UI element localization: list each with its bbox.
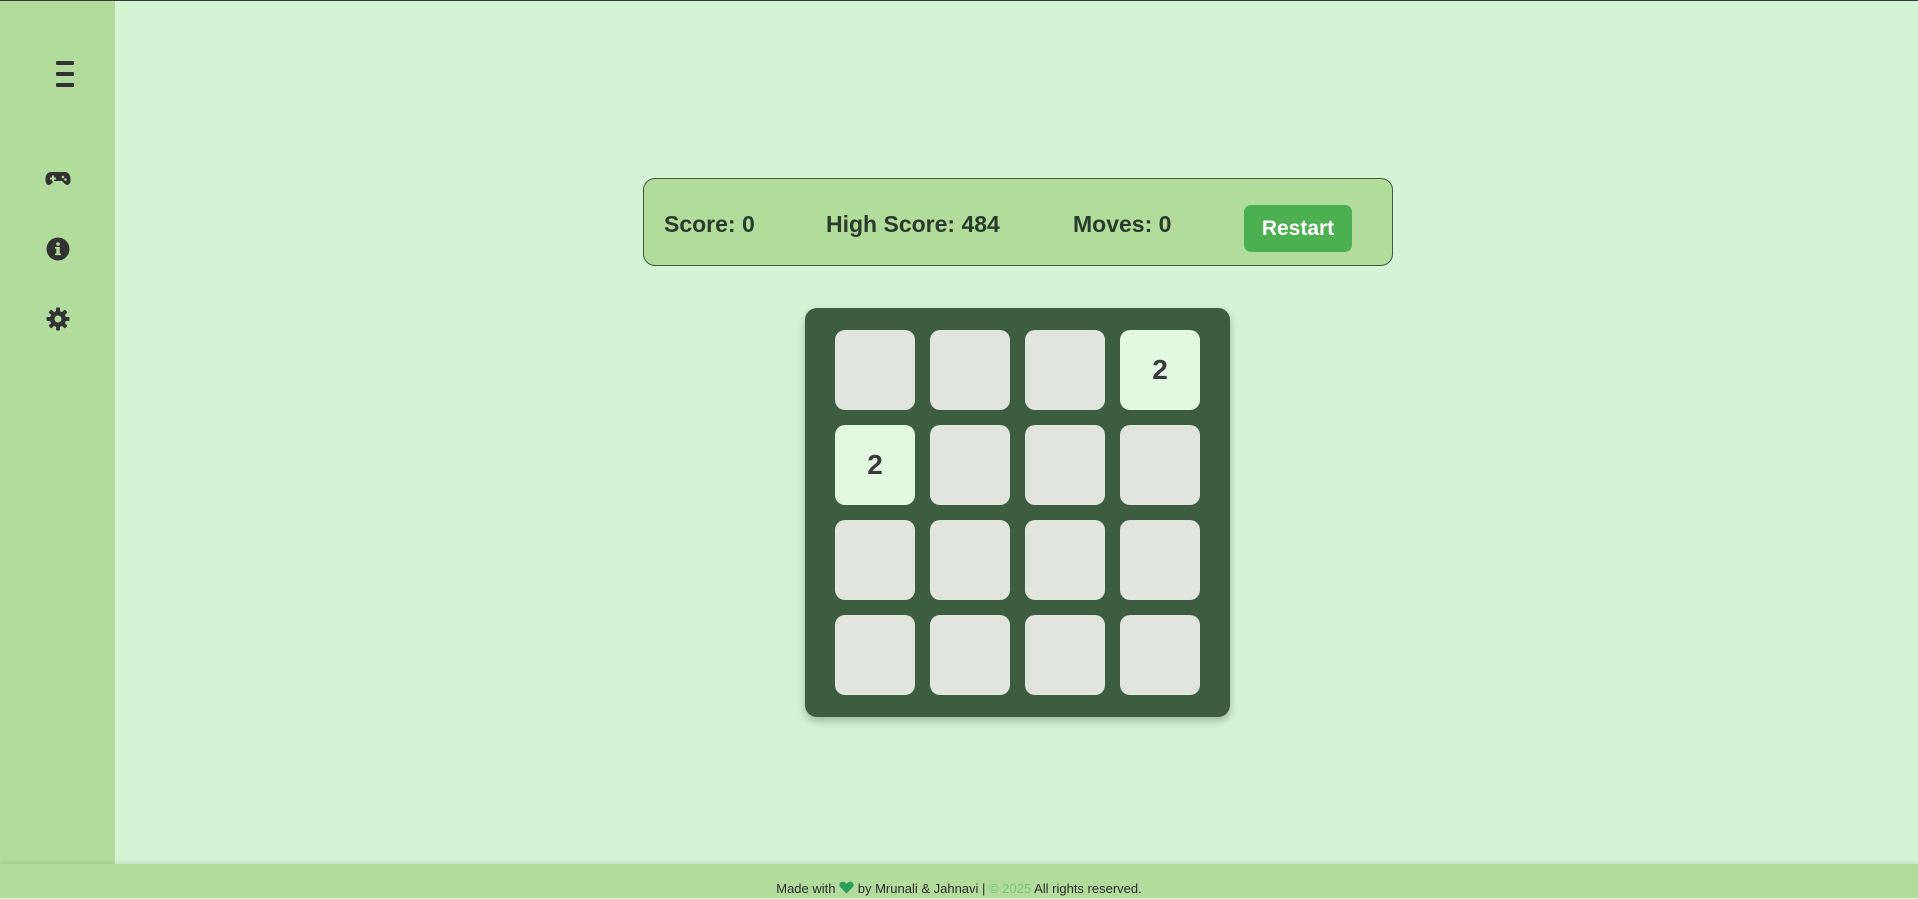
gamepad-icon[interactable] (44, 165, 72, 193)
score-label: Score: 0 (664, 211, 755, 237)
gear-icon[interactable] (44, 305, 72, 333)
tile-r2-c3 (1025, 425, 1105, 505)
tile-r3-c3 (1025, 520, 1105, 600)
tile-r3-c2 (930, 520, 1010, 600)
tile-r1-c1 (835, 330, 915, 410)
footer: Made with by Mrunali & Jahnavi | © 2025 … (0, 864, 1918, 898)
hamburger-menu-icon[interactable] (54, 61, 76, 87)
score-panel: Score: 0 High Score: 484 Moves: 0 Restar… (643, 178, 1393, 266)
tile-r1-c3 (1025, 330, 1105, 410)
sidebar (0, 1, 115, 864)
moves-label: Moves: 0 (1073, 211, 1172, 237)
footer-rights: All rights reserved. (1034, 881, 1142, 896)
tile-r4-c4 (1120, 615, 1200, 695)
tile-r2-c4 (1120, 425, 1200, 505)
tile-r3-c4 (1120, 520, 1200, 600)
restart-button[interactable]: Restart (1244, 205, 1352, 252)
heart-icon (839, 881, 854, 899)
info-icon[interactable] (44, 235, 72, 263)
footer-authors: by Mrunali & Jahnavi | (857, 881, 986, 896)
tile-r3-c1 (835, 520, 915, 600)
tile-r4-c1 (835, 615, 915, 695)
game-board[interactable]: 22 (805, 308, 1230, 717)
high-score-label: High Score: 484 (826, 211, 1000, 237)
footer-copyright: © 2025 (989, 881, 1032, 896)
tile-r4-c2 (930, 615, 1010, 695)
tile-r1-c4: 2 (1120, 330, 1200, 410)
tile-r2-c2 (930, 425, 1010, 505)
footer-made-with: Made with (776, 881, 836, 896)
tile-r4-c3 (1025, 615, 1105, 695)
tile-r1-c2 (930, 330, 1010, 410)
tile-r2-c1: 2 (835, 425, 915, 505)
